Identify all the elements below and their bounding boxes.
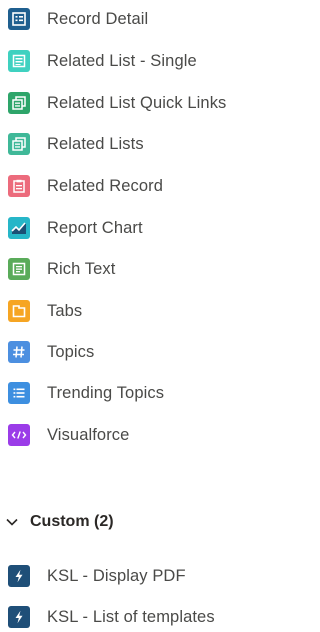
- custom-component-ksl-display-pdf[interactable]: KSL - Display PDF: [8, 562, 186, 590]
- tabs-icon: [8, 300, 30, 322]
- component-label: Rich Text: [47, 259, 116, 278]
- related-list-single-icon: [8, 50, 30, 72]
- component-label: Related List Quick Links: [47, 93, 227, 112]
- component-label: Topics: [47, 342, 95, 361]
- custom-component-label: KSL - List of templates: [47, 607, 215, 626]
- component-rich-text[interactable]: Rich Text: [8, 255, 115, 283]
- component-label: Related Record: [47, 176, 164, 195]
- rich-text-icon: [8, 258, 30, 280]
- custom-component-label: KSL - Display PDF: [47, 566, 186, 585]
- component-label: Record Detail: [47, 9, 149, 28]
- report-chart-icon: [8, 217, 30, 239]
- component-topics[interactable]: Topics: [8, 338, 94, 366]
- related-list-quick-links-icon: [8, 92, 30, 114]
- component-label: Tabs: [47, 301, 83, 320]
- component-trending-topics[interactable]: Trending Topics: [8, 379, 164, 407]
- custom-component-ksl-list-of-templates[interactable]: KSL - List of templates: [8, 603, 215, 631]
- custom-section-label: Custom (2): [30, 513, 114, 530]
- component-report-chart[interactable]: Report Chart: [8, 214, 143, 242]
- component-related-list-quick-links[interactable]: Related List Quick Links: [8, 89, 226, 117]
- trending-topics-icon: [8, 382, 30, 404]
- topics-icon: [8, 341, 30, 363]
- component-label: Visualforce: [47, 425, 130, 444]
- component-related-record[interactable]: Related Record: [8, 172, 163, 200]
- component-label: Trending Topics: [47, 383, 165, 402]
- chevron-down-icon: [4, 514, 20, 530]
- component-related-list-single[interactable]: Related List - Single: [8, 47, 197, 75]
- record-detail-icon: [8, 8, 30, 30]
- lightning-bolt-icon: [8, 565, 30, 587]
- custom-section-toggle[interactable]: Custom (2): [4, 509, 114, 535]
- component-label: Report Chart: [47, 218, 143, 237]
- component-record-detail[interactable]: Record Detail: [8, 5, 148, 33]
- related-record-icon: [8, 175, 30, 197]
- lightning-bolt-icon: [8, 606, 30, 628]
- component-related-lists[interactable]: Related Lists: [8, 130, 144, 158]
- component-visualforce[interactable]: Visualforce: [8, 421, 129, 449]
- visualforce-icon: [8, 424, 30, 446]
- component-label: Related List - Single: [47, 51, 197, 70]
- related-lists-icon: [8, 133, 30, 155]
- component-tabs[interactable]: Tabs: [8, 297, 82, 325]
- component-label: Related Lists: [47, 134, 144, 153]
